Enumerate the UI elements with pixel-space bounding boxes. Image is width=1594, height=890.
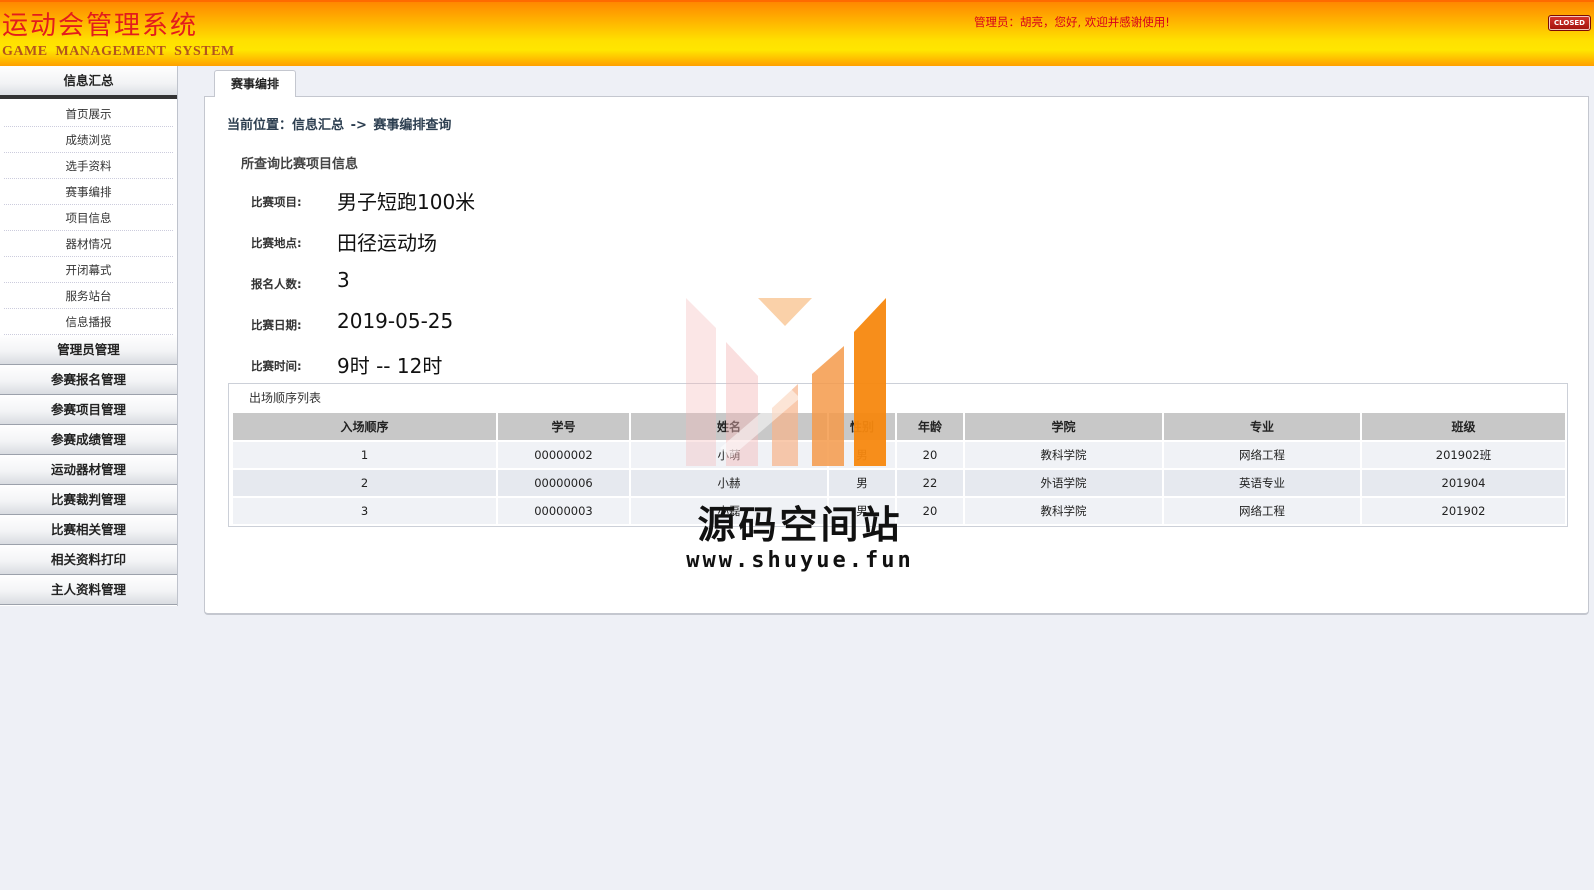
- table-cell: 2: [233, 470, 496, 496]
- table-row: 2 00000006 小赫 男 22 外语学院 英语专业 201904: [233, 470, 1565, 496]
- breadcrumb-level2: 赛事编排查询: [373, 118, 452, 133]
- info-label: 比赛日期:: [251, 318, 302, 332]
- sidebar-item-athletes[interactable]: 选手资料: [4, 153, 173, 179]
- table-cell: 男: [829, 442, 895, 468]
- column-header: 班级: [1362, 413, 1565, 440]
- table-cell: 网络工程: [1164, 442, 1360, 468]
- close-button[interactable]: CLOSED: [1548, 15, 1591, 31]
- sidebar-section-registration[interactable]: 参赛报名管理: [0, 365, 177, 395]
- sidebar-section-profile[interactable]: 主人资料管理: [0, 575, 177, 605]
- sidebar-item-equipment[interactable]: 器材情况: [4, 231, 173, 257]
- table-row: 1 00000002 小萌 男 20 教科学院 网络工程 201902班: [233, 442, 1565, 468]
- table-cell: 网络工程: [1164, 498, 1360, 524]
- app-subtitle: GAME MANAGEMENT SYSTEM: [2, 44, 235, 59]
- table-cell: 00000006: [498, 470, 629, 496]
- table-row: 3 00000003 小磊 男 20 教科学院 网络工程 201902: [233, 498, 1565, 524]
- column-header: 性别: [829, 413, 895, 440]
- table-cell: 英语专业: [1164, 470, 1360, 496]
- user-greeting: 管理员：胡亮，您好, 欢迎并感谢使用!: [974, 15, 1170, 29]
- table-cell: 小萌: [631, 442, 827, 468]
- sidebar-section-referees[interactable]: 比赛裁判管理: [0, 485, 177, 515]
- app-title: 运动会管理系统: [2, 11, 199, 41]
- section-title: 所查询比赛项目信息: [241, 157, 359, 172]
- table-header-row: 入场顺序 学号 姓名 性别 年龄 学院 专业 班级: [233, 413, 1565, 440]
- sidebar-item-list: 首页展示 成绩浏览 选手资料 赛事编排 项目信息 器材情况 开闭幕式 服务站台 …: [0, 99, 177, 335]
- table-cell: 1: [233, 442, 496, 468]
- info-value: 2019-05-25: [337, 309, 454, 333]
- breadcrumb-prefix: 当前位置：: [227, 118, 293, 133]
- sidebar: 信息汇总 首页展示 成绩浏览 选手资料 赛事编排 项目信息 器材情况 开闭幕式 …: [0, 66, 178, 606]
- sidebar-section-match[interactable]: 比赛相关管理: [0, 515, 177, 545]
- sidebar-section-events[interactable]: 参赛项目管理: [0, 395, 177, 425]
- sidebar-section-print[interactable]: 相关资料打印: [0, 545, 177, 575]
- column-header: 年龄: [897, 413, 963, 440]
- tab-schedule[interactable]: 赛事编排: [214, 70, 296, 97]
- table-cell: 201902班: [1362, 442, 1565, 468]
- table-cell: 201904: [1362, 470, 1565, 496]
- sidebar-section-admin[interactable]: 管理员管理: [0, 335, 177, 365]
- breadcrumb-level1[interactable]: 信息汇总: [292, 118, 344, 133]
- breadcrumb-separator: ->: [350, 118, 367, 133]
- column-header: 学院: [965, 413, 1162, 440]
- column-header: 专业: [1164, 413, 1360, 440]
- info-value: 9时 -- 12时: [337, 354, 443, 378]
- content-panel: 当前位置：信息汇总 -> 赛事编排查询 所查询比赛项目信息 比赛项目: 男子短跑…: [204, 96, 1589, 615]
- table-cell: 男: [829, 498, 895, 524]
- table-cell: 201902: [1362, 498, 1565, 524]
- table-cell: 20: [897, 498, 963, 524]
- info-value: 田径运动场: [337, 231, 437, 255]
- table-cell: 3: [233, 498, 496, 524]
- order-list-title: 出场顺序列表: [249, 391, 322, 405]
- table-cell: 外语学院: [965, 470, 1162, 496]
- table-cell: 教科学院: [965, 498, 1162, 524]
- app-header: 运动会管理系统 GAME MANAGEMENT SYSTEM 管理员：胡亮，您好…: [0, 0, 1594, 66]
- sidebar-item-ceremony[interactable]: 开闭幕式: [4, 257, 173, 283]
- sidebar-item-schedule[interactable]: 赛事编排: [4, 179, 173, 205]
- column-header: 姓名: [631, 413, 827, 440]
- sidebar-group-title[interactable]: 信息汇总: [0, 66, 177, 99]
- table-cell: 00000002: [498, 442, 629, 468]
- sidebar-item-service[interactable]: 服务站台: [4, 283, 173, 309]
- table-cell: 20: [897, 442, 963, 468]
- info-label: 比赛时间:: [251, 359, 302, 373]
- info-label: 比赛项目:: [251, 195, 302, 209]
- info-label: 报名人数:: [251, 277, 302, 291]
- table-cell: 小磊: [631, 498, 827, 524]
- table-cell: 22: [897, 470, 963, 496]
- sidebar-item-home[interactable]: 首页展示: [4, 101, 173, 127]
- table-cell: 小赫: [631, 470, 827, 496]
- info-value: 3: [337, 268, 350, 292]
- table-cell: 00000003: [498, 498, 629, 524]
- table-cell: 男: [829, 470, 895, 496]
- sidebar-item-events[interactable]: 项目信息: [4, 205, 173, 231]
- column-header: 入场顺序: [233, 413, 496, 440]
- sidebar-section-equipment[interactable]: 运动器材管理: [0, 455, 177, 485]
- breadcrumb: 当前位置：信息汇总 -> 赛事编排查询: [227, 114, 451, 133]
- info-label: 比赛地点:: [251, 236, 302, 250]
- info-value: 男子短跑100米: [337, 190, 476, 214]
- column-header: 学号: [498, 413, 629, 440]
- sidebar-item-scores[interactable]: 成绩浏览: [4, 127, 173, 153]
- table-cell: 教科学院: [965, 442, 1162, 468]
- main-content: 赛事编排 当前位置：信息汇总 -> 赛事编排查询 所查询比赛项目信息 比赛项目:…: [204, 70, 1589, 615]
- order-table: 入场顺序 学号 姓名 性别 年龄 学院 专业 班级 1 00000002 小萌: [231, 411, 1567, 526]
- sidebar-section-scores[interactable]: 参赛成绩管理: [0, 425, 177, 455]
- order-list-box: 出场顺序列表 入场顺序 学号 姓名 性别 年龄 学院 专业 班级 1 00000…: [228, 383, 1568, 527]
- sidebar-item-broadcast[interactable]: 信息播报: [4, 309, 173, 335]
